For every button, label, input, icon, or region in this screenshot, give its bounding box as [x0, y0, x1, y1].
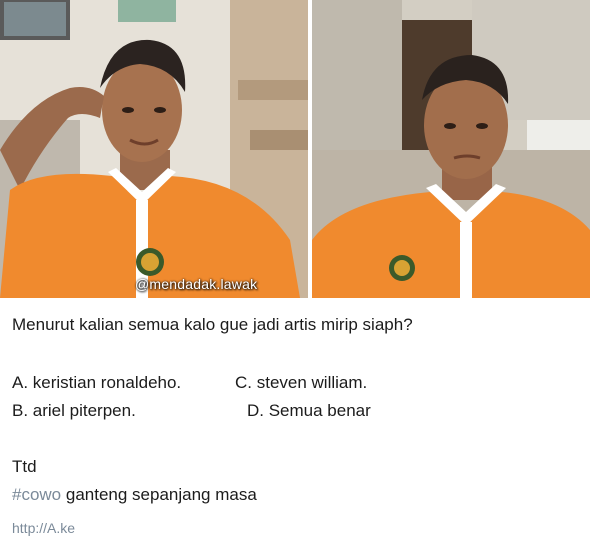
- selfie-right-illustration: [312, 0, 590, 298]
- url-link[interactable]: http://A.ke: [12, 520, 75, 536]
- selfie-photo-right: [312, 0, 590, 298]
- tagline-rest: ganteng sepanjang masa: [61, 485, 257, 504]
- tagline: #cowo ganteng sepanjang masa: [12, 485, 257, 505]
- option-c: C. steven william.: [235, 373, 368, 392]
- selfie-photo-left: [0, 0, 308, 298]
- question-text: Menurut kalian semua kalo gue jadi artis…: [12, 315, 413, 334]
- watermark-text: @mendadak.lawak: [135, 276, 258, 292]
- photo-collage: @mendadak.lawak: [0, 0, 590, 298]
- option-a: A. keristian ronaldeho.: [12, 373, 182, 392]
- hashtag-link[interactable]: #cowo: [12, 485, 61, 504]
- selfie-left-illustration: [0, 0, 308, 298]
- signature-text: Ttd: [12, 457, 37, 476]
- caption-panel: Menurut kalian semua kalo gue jadi artis…: [0, 298, 590, 536]
- option-d: D. Semua benar: [247, 401, 371, 420]
- option-b: B. ariel piterpen.: [12, 401, 136, 420]
